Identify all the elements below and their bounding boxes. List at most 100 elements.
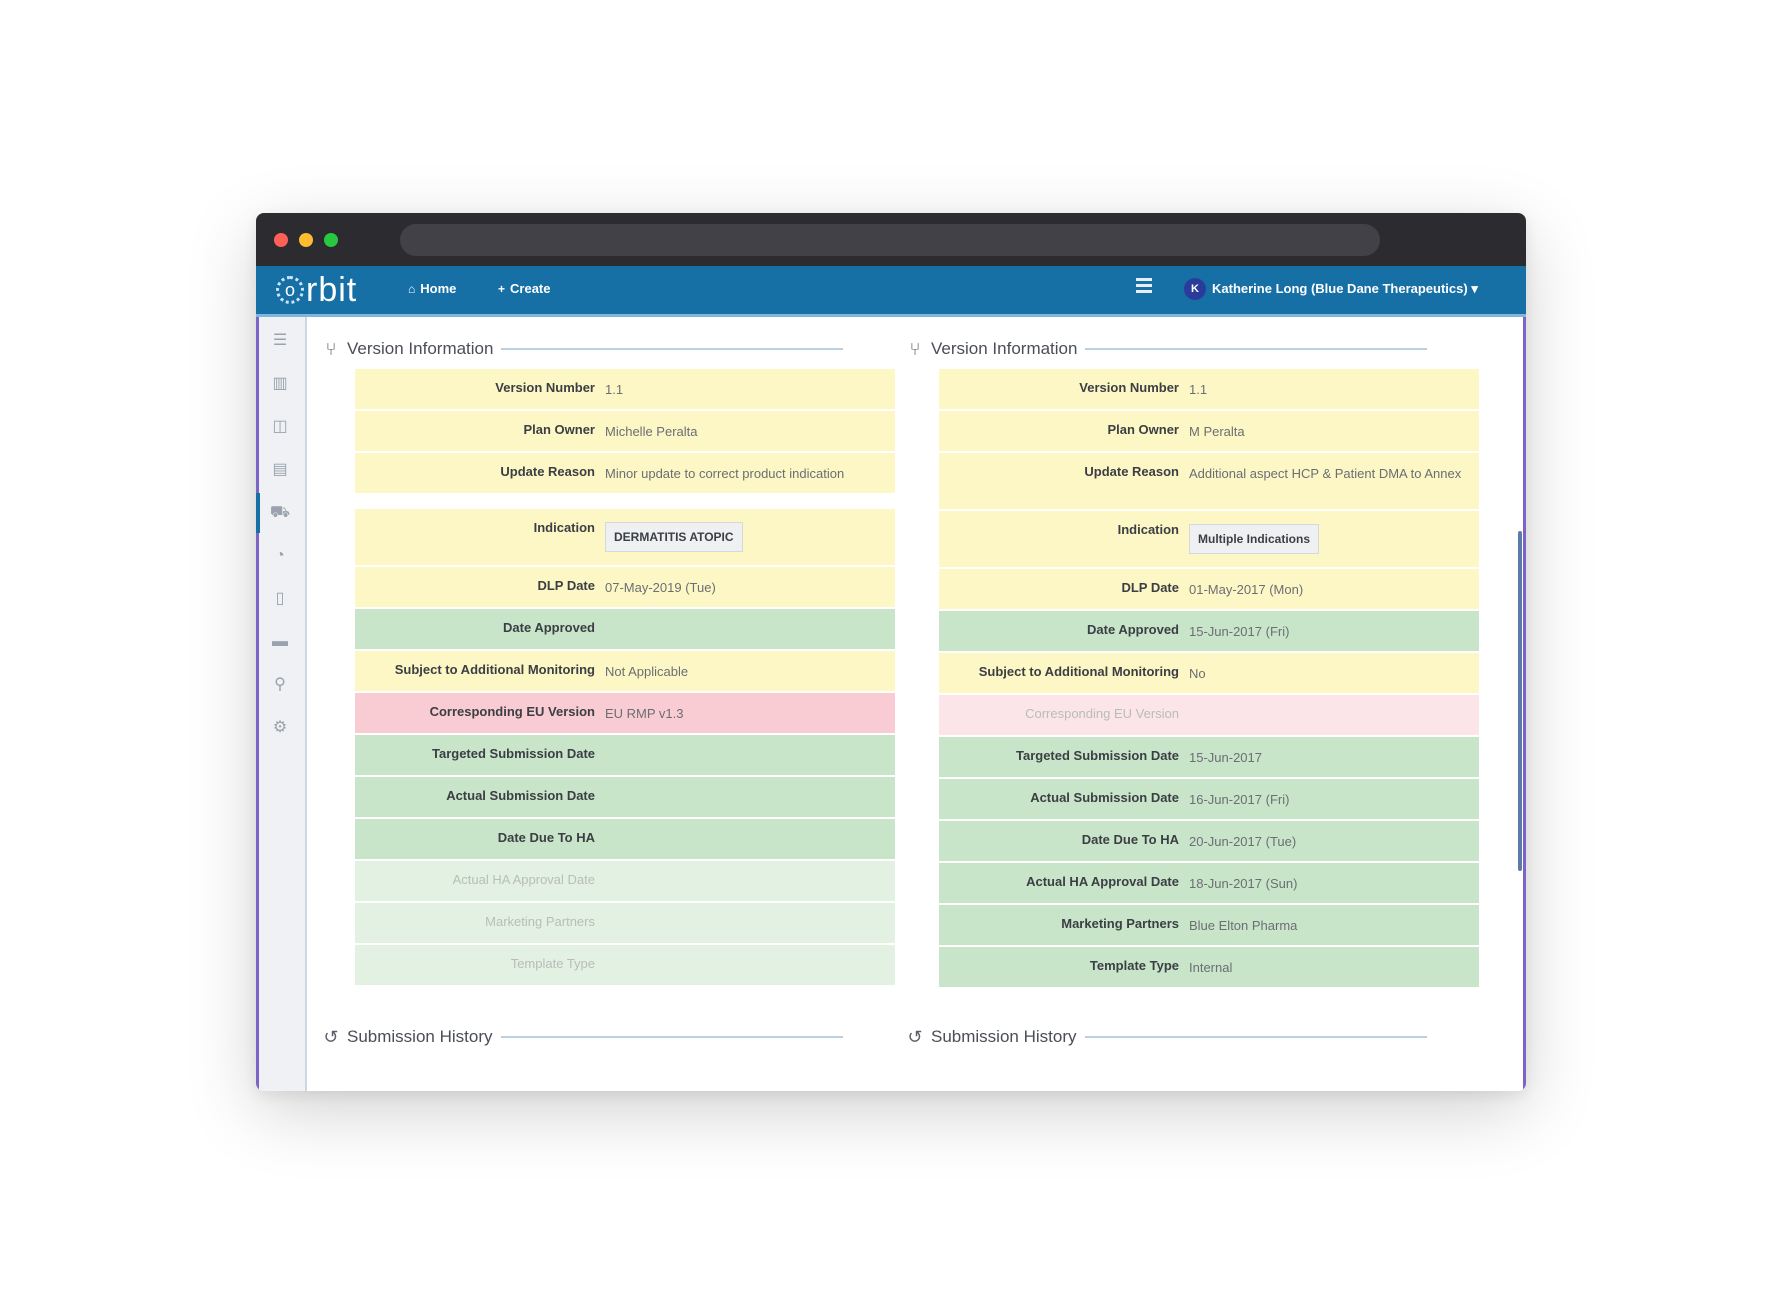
- sidebar: ☰ ▥ ◫ ▤ ⛟ ◔ ▯ ▬ ⚲ ⚙: [256, 317, 307, 1091]
- version-table: Version Number 1.1 Plan Owner Michelle Per…: [355, 369, 895, 987]
- field-label: Marketing Partners: [1061, 916, 1179, 931]
- row-date-due-ha: Date Due To HA: [355, 819, 895, 861]
- version-branch-icon: ⑂: [325, 338, 337, 359]
- row-date-approved: Date Approved: [355, 609, 895, 651]
- browser-titlebar: [256, 213, 1526, 266]
- row-date-approved: Date Approved 15-Jun-2017 (Fri): [939, 611, 1479, 653]
- version-panel-left: ⑂ Version Information Version Number 1.1 …: [323, 317, 895, 1047]
- field-label: Version Number: [495, 380, 595, 395]
- field-value: 15-Jun-2017: [1189, 750, 1262, 765]
- reports-icon[interactable]: ◔: [268, 544, 292, 568]
- version-panel-right: ⑂ Version Information Version Number 1.1 …: [907, 317, 1479, 1047]
- field-value: 18-Jun-2017 (Sun): [1189, 876, 1298, 891]
- field-value: Minor update to correct product indicati…: [605, 466, 845, 481]
- field-value: Not Applicable: [605, 664, 689, 679]
- user-menu[interactable]: K Katherine Long (Blue Dane Therapeutics…: [1184, 278, 1478, 300]
- field-value: [605, 819, 895, 830]
- list-icon[interactable]: ▤: [268, 458, 292, 482]
- field-value: No: [1189, 666, 1206, 681]
- row-marketing-partners: Marketing Partners Blue Elton Pharma: [939, 905, 1479, 947]
- field-value: 16-Jun-2017 (Fri): [1189, 792, 1290, 807]
- nav-create-link[interactable]: + Create: [498, 281, 550, 296]
- field-label: Corresponding EU Version: [429, 704, 595, 719]
- app-header: o rbit ⌂ Home + Create K Katherine Long …: [256, 266, 1526, 317]
- row-template-type: Template Type: [355, 945, 895, 987]
- field-value: [605, 777, 895, 788]
- field-value: 15-Jun-2017 (Fri): [1189, 624, 1290, 639]
- version-branch-icon: ⑂: [909, 338, 921, 359]
- logo-ring-icon: o: [276, 276, 304, 304]
- field-label: DLP Date: [1121, 580, 1179, 595]
- field-value: [1189, 695, 1479, 706]
- notifications-list-icon[interactable]: [1136, 278, 1152, 296]
- home-icon: ⌂: [408, 281, 416, 296]
- dashboard-icon[interactable]: ▥: [268, 372, 292, 396]
- row-targeted-submission: Targeted Submission Date: [355, 735, 895, 777]
- row-plan-owner: Plan Owner Michelle Peralta: [355, 411, 895, 453]
- maximize-window-button[interactable]: [324, 233, 338, 247]
- indication-chip[interactable]: DERMATITIS ATOPIC: [605, 522, 743, 552]
- user-name: Katherine Long (Blue Dane Therapeutics) …: [1212, 281, 1478, 296]
- logo-text: rbit: [306, 271, 358, 309]
- field-label: Update Reason: [500, 464, 595, 479]
- section-divider: [1085, 348, 1427, 350]
- row-eu-version: Corresponding EU Version: [939, 695, 1479, 737]
- section-title: Version Information: [347, 339, 494, 358]
- field-label: Targeted Submission Date: [1015, 748, 1179, 763]
- field-label: Subject to Additional Monitoring: [978, 664, 1179, 679]
- row-additional-monitoring: Subject to Additional Monitoring Not Appl…: [355, 651, 895, 693]
- field-value: 01-May-2017 (Mon): [1189, 582, 1304, 597]
- field-label: Indication: [1117, 522, 1179, 537]
- documents-icon[interactable]: ◫: [268, 415, 292, 439]
- address-bar[interactable]: [400, 224, 1380, 256]
- close-window-button[interactable]: [274, 233, 288, 247]
- field-value: [605, 609, 895, 620]
- field-value: Internal: [1189, 960, 1233, 975]
- section-divider: [1084, 1036, 1427, 1038]
- field-value: [605, 861, 895, 872]
- indication-chip[interactable]: Multiple Indications: [1189, 524, 1320, 554]
- plus-icon: +: [498, 281, 506, 296]
- field-label: Date Approved: [1087, 622, 1179, 637]
- field-value: 1.1: [1189, 382, 1208, 397]
- cards-icon[interactable]: ▬: [268, 630, 292, 654]
- history-icon: ↺: [323, 1026, 339, 1047]
- field-value: M Peralta: [1189, 424, 1245, 439]
- search-icon[interactable]: ⚲: [268, 673, 292, 697]
- section-header-history: ↺ Submission History: [907, 1017, 1449, 1057]
- row-dlp-date: DLP Date 07-May-2019 (Tue): [355, 567, 895, 609]
- row-indication: Indication DERMATITIS ATOPIC: [355, 509, 895, 567]
- field-label: Corresponding EU Version: [1025, 706, 1179, 721]
- section-header-version: ⑂ Version Information: [323, 329, 865, 369]
- section-header-version: ⑂ Version Information: [907, 329, 1449, 369]
- minimize-window-button[interactable]: [299, 233, 313, 247]
- section-header-history: ↺ Submission History: [323, 1017, 865, 1057]
- field-value: [605, 735, 895, 746]
- menu-icon[interactable]: ☰: [268, 329, 292, 353]
- sidebar-active-indicator: [256, 493, 260, 533]
- row-ha-approval: Actual HA Approval Date 18-Jun-2017 (Sun): [939, 863, 1479, 905]
- browser-window: o rbit ⌂ Home + Create K Katherine Long …: [256, 213, 1526, 1091]
- row-additional-monitoring: Subject to Additional Monitoring No: [939, 653, 1479, 695]
- plans-icon[interactable]: ⛟: [268, 501, 292, 525]
- nav-home-label: Home: [420, 281, 457, 296]
- section-divider: [501, 348, 843, 350]
- field-value: 07-May-2019 (Tue): [605, 580, 716, 595]
- row-eu-version: Corresponding EU Version EU RMP v1.3: [355, 693, 895, 735]
- row-update-reason: Update Reason Minor update to correct pro…: [355, 453, 895, 495]
- row-update-reason: Update Reason Additional aspect HCP & Pat…: [939, 453, 1479, 511]
- field-value: [605, 945, 895, 956]
- files-icon[interactable]: ▯: [268, 587, 292, 611]
- field-label: Template Type: [510, 956, 595, 971]
- main-content: ⑂ Version Information Version Number 1.1 …: [307, 317, 1523, 1091]
- field-value: DERMATITIS ATOPIC: [605, 509, 895, 552]
- gear-icon[interactable]: ⚙: [268, 716, 292, 740]
- field-label: Indication: [533, 520, 595, 535]
- field-label: Update Reason: [1084, 464, 1179, 479]
- orbit-logo[interactable]: o rbit: [276, 270, 357, 310]
- scrollbar-thumb[interactable]: [1518, 531, 1522, 871]
- field-label: Date Approved: [503, 620, 595, 635]
- nav-home-link[interactable]: ⌂ Home: [408, 281, 456, 296]
- field-value: Blue Elton Pharma: [1189, 918, 1298, 933]
- field-label: Actual Submission Date: [446, 788, 595, 803]
